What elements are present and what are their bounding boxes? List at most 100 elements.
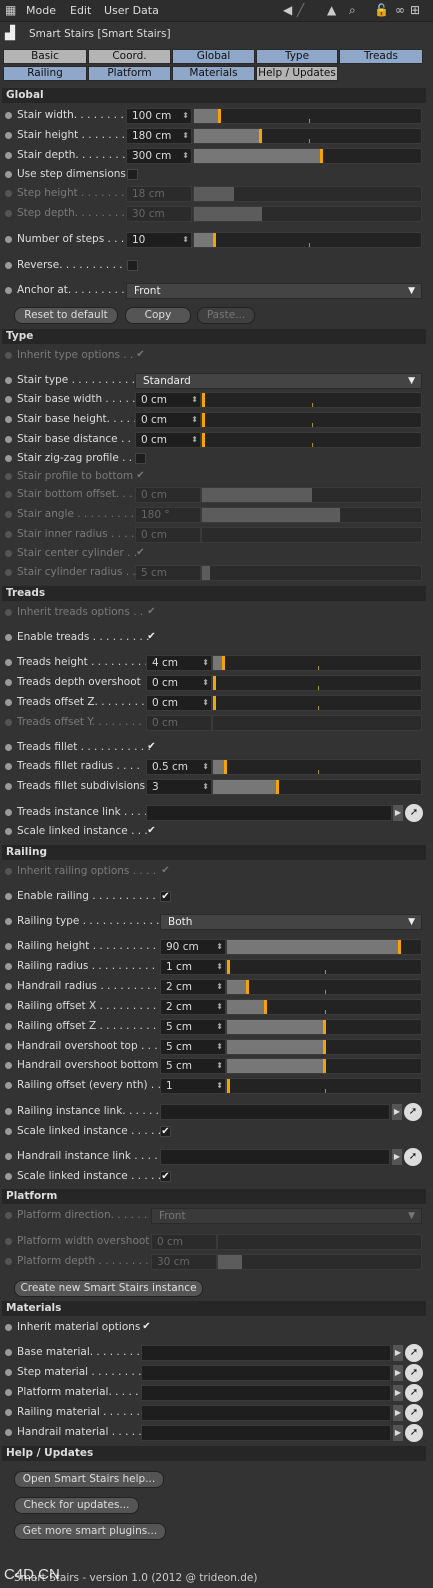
new-panel-icon[interactable]: ⊞: [410, 3, 420, 17]
inherit-material-checkbox[interactable]: ✔: [141, 1322, 152, 1333]
stair-base-distance-slider[interactable]: [201, 432, 422, 448]
link-menu-arrow-icon[interactable]: ▶: [393, 1345, 403, 1361]
profile-bottom-checkbox[interactable]: ✔: [135, 471, 146, 482]
animate-dot[interactable]: [5, 396, 12, 403]
link-menu-arrow-icon[interactable]: ▶: [393, 1365, 403, 1381]
animate-dot[interactable]: [5, 1003, 12, 1010]
animate-dot[interactable]: [5, 679, 12, 686]
stair-base-height-slider[interactable]: [201, 412, 422, 428]
treads-fillet-checkbox[interactable]: ✔: [146, 742, 157, 753]
treads-fillet-radius-input[interactable]: 0.5 cm ⬍: [146, 759, 212, 775]
anchor-at-dropdown[interactable]: Front ▼: [126, 283, 422, 299]
treads-offset-y-slider[interactable]: [212, 715, 422, 731]
animate-dot[interactable]: [5, 1349, 12, 1356]
stair-base-width-slider[interactable]: [201, 392, 422, 408]
picker-cursor-icon[interactable]: ➚: [405, 1344, 423, 1362]
picker-cursor-icon[interactable]: ➚: [405, 804, 423, 822]
spinner-icon[interactable]: ⬍: [216, 1079, 223, 1093]
tab-treads[interactable]: Treads: [339, 49, 423, 64]
number-of-steps-input[interactable]: 10 ⬍: [126, 232, 192, 248]
animate-dot[interactable]: [5, 1082, 12, 1089]
copy-button[interactable]: Copy: [125, 307, 191, 324]
treads-depth-overshoot-input[interactable]: 0 cm ⬍: [146, 675, 212, 691]
link-menu-arrow-icon[interactable]: ▶: [393, 1425, 403, 1441]
picker-cursor-icon[interactable]: ➚: [405, 1424, 423, 1442]
railing-radius-slider[interactable]: [226, 959, 422, 975]
reverse-checkbox[interactable]: [127, 260, 138, 271]
stair-angle-slider[interactable]: [201, 507, 422, 523]
animate-dot[interactable]: [5, 377, 12, 384]
stair-height-input[interactable]: 180 cm ⬍: [126, 128, 192, 144]
animate-dot[interactable]: [5, 1324, 12, 1331]
railing-type-dropdown[interactable]: Both ▼: [160, 914, 422, 930]
animate-dot[interactable]: [5, 531, 12, 538]
railing-offset-z-input[interactable]: 5 cm ⬍: [160, 1019, 226, 1035]
open-help-button[interactable]: Open Smart Stairs help...: [14, 1471, 164, 1488]
picker-cursor-icon[interactable]: ➚: [405, 1384, 423, 1402]
lock-icon[interactable]: 🔓: [374, 3, 389, 17]
section-platform[interactable]: Platform: [2, 1189, 426, 1204]
animate-dot[interactable]: [5, 634, 12, 641]
animate-dot[interactable]: [5, 569, 12, 576]
animate-dot[interactable]: [5, 918, 12, 925]
animate-dot[interactable]: [5, 1173, 12, 1180]
platform-material-link-field[interactable]: [141, 1385, 391, 1401]
spinner-icon[interactable]: ⬍: [202, 656, 209, 670]
treads-height-input[interactable]: 4 cm ⬍: [146, 655, 212, 671]
animate-dot[interactable]: [5, 550, 12, 557]
spinner-icon[interactable]: ⬍: [182, 149, 189, 163]
tab-platform[interactable]: Platform: [88, 66, 171, 81]
spinner-icon[interactable]: ⬍: [191, 393, 198, 407]
animate-dot[interactable]: [5, 809, 12, 816]
stair-inner-radius-input[interactable]: 0 cm: [135, 527, 201, 543]
section-type[interactable]: Type: [2, 329, 426, 344]
treads-offset-z-input[interactable]: 0 cm ⬍: [146, 695, 212, 711]
animate-dot[interactable]: [5, 1369, 12, 1376]
section-treads[interactable]: Treads: [2, 586, 426, 601]
reset-to-default-button[interactable]: Reset to default: [14, 307, 118, 324]
treads-instance-link-field[interactable]: [146, 805, 392, 821]
zigzag-checkbox[interactable]: [135, 453, 146, 464]
stair-base-width-input[interactable]: 0 cm ⬍: [135, 392, 201, 408]
animate-dot[interactable]: [5, 112, 12, 119]
platform-depth-input[interactable]: 30 cm: [151, 1254, 217, 1270]
railing-offset-nth-input[interactable]: 1 ⬍: [160, 1078, 226, 1094]
animate-dot[interactable]: [5, 352, 12, 359]
animate-dot[interactable]: [5, 455, 12, 462]
number-of-steps-slider[interactable]: [193, 232, 422, 248]
inherit-railing-checkbox[interactable]: ✔: [160, 866, 171, 877]
animate-dot[interactable]: [5, 609, 12, 616]
section-materials[interactable]: Materials: [2, 1301, 426, 1316]
animate-dot[interactable]: [5, 868, 12, 875]
animate-dot[interactable]: [5, 963, 12, 970]
treads-height-slider[interactable]: [212, 655, 422, 671]
spinner-icon[interactable]: ⬍: [182, 129, 189, 143]
treads-offset-y-input[interactable]: 0 cm: [146, 715, 212, 731]
railing-radius-input[interactable]: 1 cm ⬍: [160, 959, 226, 975]
railing-offset-x-input[interactable]: 2 cm ⬍: [160, 999, 226, 1015]
back-arrow-icon[interactable]: ◀: [283, 3, 292, 17]
more-plugins-button[interactable]: Get more smart plugins...: [14, 1523, 166, 1540]
animate-dot[interactable]: [5, 287, 12, 294]
handrail-instance-link-field[interactable]: [160, 1149, 390, 1165]
menu-mode[interactable]: Mode: [26, 4, 56, 17]
section-help-updates[interactable]: Help / Updates: [2, 1446, 426, 1461]
animate-dot[interactable]: [5, 983, 12, 990]
railing-height-slider[interactable]: [226, 939, 422, 955]
inherit-treads-checkbox[interactable]: ✔: [146, 607, 157, 618]
animate-dot[interactable]: [5, 783, 12, 790]
railing-instance-link-field[interactable]: [160, 1104, 390, 1120]
stair-type-dropdown[interactable]: Standard ▼: [135, 373, 422, 389]
create-new-instance-button[interactable]: Create new Smart Stairs instance: [14, 1280, 203, 1297]
railing-offset-z-slider[interactable]: [226, 1019, 422, 1035]
stair-base-height-input[interactable]: 0 cm ⬍: [135, 412, 201, 428]
spinner-icon[interactable]: ⬍: [216, 940, 223, 954]
platform-depth-slider[interactable]: [217, 1254, 422, 1270]
step-height-slider[interactable]: [193, 186, 422, 202]
spinner-icon[interactable]: ⬍: [202, 760, 209, 774]
check-updates-button[interactable]: Check for updates...: [14, 1497, 139, 1514]
animate-dot[interactable]: [5, 1153, 12, 1160]
inherit-type-checkbox[interactable]: ✔: [135, 350, 146, 361]
animate-dot[interactable]: [5, 1389, 12, 1396]
search-icon[interactable]: ⌕: [349, 3, 356, 18]
